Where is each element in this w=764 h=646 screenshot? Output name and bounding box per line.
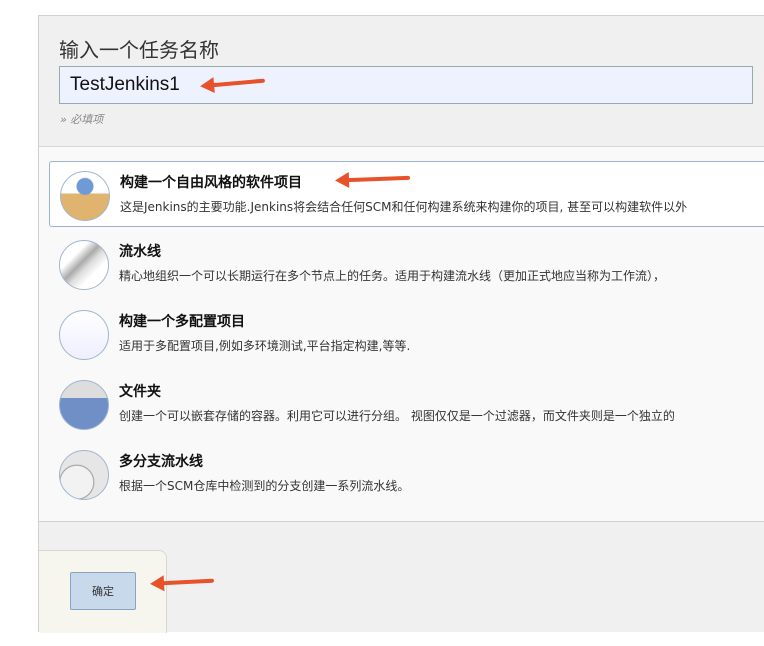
item-desc: 创建一个可以嵌套存储的容器。利用它可以进行分组。 视图仅仅是一个过滤器，而文件夹… (119, 409, 675, 423)
freestyle-box-icon (60, 171, 110, 221)
ok-button[interactable]: 确定 (70, 572, 136, 610)
multibranch-icon (59, 450, 109, 500)
item-type-freestyle[interactable]: 构建一个自由风格的软件项目 这是Jenkins的主要功能.Jenkins将会结合… (49, 161, 764, 227)
item-title: 流水线 (119, 244, 161, 260)
item-title: 文件夹 (119, 384, 161, 400)
required-hint: » 必填项 (60, 113, 104, 126)
folder-icon (59, 380, 109, 430)
item-type-multi-config[interactable]: 构建一个多配置项目 适用于多配置项目,例如多环境测试,平台指定构建,等等. (49, 301, 764, 367)
item-desc: 这是Jenkins的主要功能.Jenkins将会结合任何SCM和任何构建系统来构… (120, 200, 688, 214)
name-section: 输入一个任务名称 » 必填项 (39, 16, 764, 147)
button-container: 确定 (39, 550, 167, 633)
item-desc: 精心地组织一个可以长期运行在多个节点上的任务。适用于构建流水线（更加正式地应当称… (119, 269, 666, 283)
item-desc: 根据一个SCM仓库中检测到的分支创建一系列流水线。 (119, 479, 410, 493)
item-type-folder[interactable]: 文件夹 创建一个可以嵌套存储的容器。利用它可以进行分组。 视图仅仅是一个过滤器，… (49, 371, 764, 437)
item-name-input[interactable] (59, 66, 753, 104)
item-title: 多分支流水线 (119, 454, 203, 470)
new-item-panel: 输入一个任务名称 » 必填项 构建一个自由风格的软件项目 这是Jenkins的主… (38, 15, 764, 633)
item-type-multibranch[interactable]: 多分支流水线 根据一个SCM仓库中检测到的分支创建一系列流水线。 (49, 441, 764, 507)
footer: 确定 (39, 521, 764, 633)
item-title: 构建一个自由风格的软件项目 (120, 175, 302, 191)
item-type-pipeline[interactable]: 流水线 精心地组织一个可以长期运行在多个节点上的任务。适用于构建流水线（更加正式… (49, 231, 764, 297)
item-desc: 适用于多配置项目,例如多环境测试,平台指定构建,等等. (119, 339, 411, 353)
multi-config-icon (59, 310, 109, 360)
item-title: 构建一个多配置项目 (119, 314, 245, 330)
pipeline-icon (59, 240, 109, 290)
page-title: 输入一个任务名称 (59, 38, 219, 62)
